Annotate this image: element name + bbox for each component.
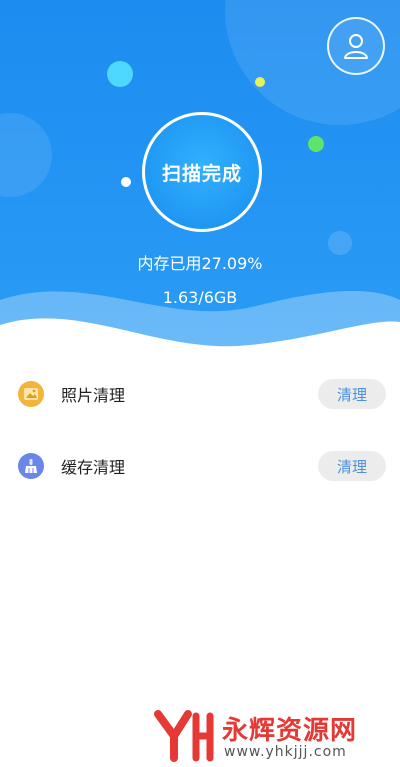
scan-status-button[interactable]: 扫描完成 [142,112,262,232]
scan-status-label: 扫描完成 [161,162,242,185]
photo-clean-label: 照片清理 [61,386,126,405]
watermark: 永辉资源网 www.yhkjjj.com [152,708,392,764]
watermark-logo [154,710,214,762]
decor-dot [308,136,324,152]
photo-icon [18,381,44,407]
list-item-cache-clean: 缓存清理 清理 [0,430,400,502]
cache-clean-label: 缓存清理 [61,458,126,477]
broom-icon [18,453,44,479]
decor-dot [121,177,131,187]
user-icon [344,34,368,59]
photo-clean-button[interactable]: 清理 [318,379,386,409]
cache-clean-button[interactable]: 清理 [318,451,386,481]
profile-button[interactable] [327,17,385,75]
header-panel: 扫描完成 内存已用27.09% 1.63/6GB [0,0,400,370]
watermark-url: www.yhkjjj.com [224,744,347,760]
list-item-photo-clean: 照片清理 清理 [0,358,400,430]
watermark-brand: 永辉资源网 [222,716,358,746]
decor-dot [107,61,133,87]
memory-total-text: 1.63/6GB [162,288,238,307]
memory-usage-text: 内存已用27.09% [137,254,263,273]
action-list: 照片清理 清理 缓存清理 清理 [0,358,400,502]
decor-dot [255,77,265,87]
